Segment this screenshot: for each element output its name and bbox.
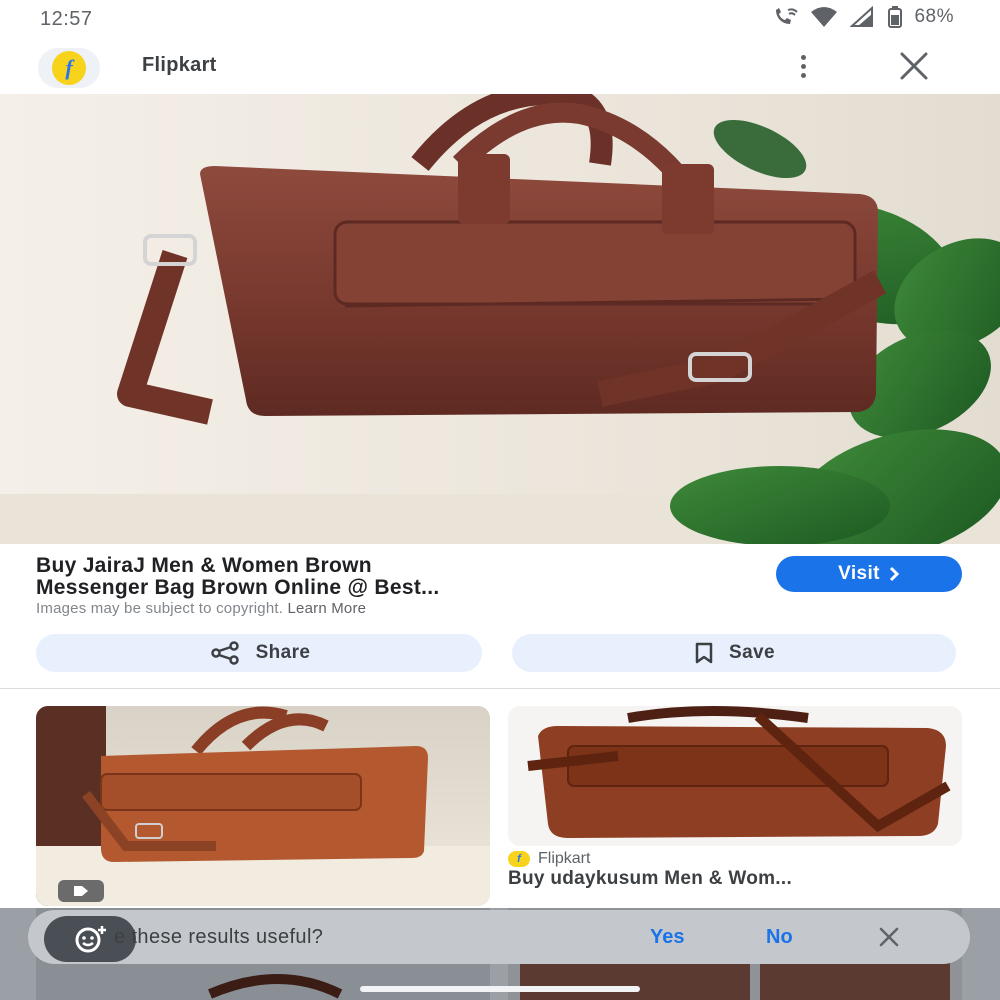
save-button[interactable]: Save xyxy=(512,634,956,672)
close-icon xyxy=(900,52,928,80)
source-title[interactable]: Flipkart xyxy=(142,54,217,77)
feedback-yes-button[interactable]: Yes xyxy=(650,926,684,949)
chevron-right-icon xyxy=(889,566,900,582)
visit-button[interactable]: Visit xyxy=(776,556,962,592)
signal-icon xyxy=(850,6,874,27)
flipkart-mini-logo-icon: f xyxy=(508,851,530,867)
related-result-image-2[interactable] xyxy=(508,706,962,846)
brown-bag-thumbnail-2 xyxy=(527,706,951,838)
related-source-name: Flipkart xyxy=(538,850,591,867)
related-result-image-1[interactable] xyxy=(36,706,490,906)
home-indicator[interactable] xyxy=(360,986,640,992)
battery-percent: 68% xyxy=(914,6,954,27)
copyright-text: Images may be subject to copyright. xyxy=(36,600,284,617)
visit-label: Visit xyxy=(838,563,880,584)
status-time: 12:57 xyxy=(40,8,93,30)
related-source[interactable]: f Flipkart xyxy=(508,850,590,868)
status-icons: 68% xyxy=(772,6,954,28)
result-title-line2: Messenger Bag Brown Online @ Best... xyxy=(36,577,440,599)
flipkart-logo-icon: f xyxy=(52,51,86,85)
logo-letter: f xyxy=(65,55,73,80)
feedback-no-button[interactable]: No xyxy=(766,926,793,949)
result-title-line1: Buy JairaJ Men & Women Brown xyxy=(36,555,372,577)
copyright-notice: Images may be subject to copyright. Lear… xyxy=(36,600,366,617)
share-label: Share xyxy=(255,642,311,663)
feedback-close-button[interactable] xyxy=(876,926,902,948)
brown-bag-thumbnail xyxy=(36,706,490,906)
wifi-calling-icon xyxy=(776,8,799,24)
battery-icon xyxy=(888,6,903,28)
close-icon xyxy=(879,927,899,947)
status-bar: 12:57 68% xyxy=(0,0,1000,38)
learn-more-link[interactable]: Learn More xyxy=(288,600,367,617)
source-logo[interactable]: f xyxy=(38,48,100,88)
share-button[interactable]: Share xyxy=(36,634,482,672)
feedback-face-icon xyxy=(75,926,106,953)
divider xyxy=(0,688,1000,689)
close-button[interactable] xyxy=(896,50,932,82)
app-header: f Flipkart xyxy=(0,38,1000,94)
wifi-icon xyxy=(811,7,838,27)
main-preview-image[interactable] xyxy=(0,94,1000,544)
bookmark-icon xyxy=(695,642,713,664)
save-label: Save xyxy=(729,642,775,663)
feedback-question: e these results useful? xyxy=(114,926,324,948)
messenger-bag-image xyxy=(0,94,1000,544)
product-tag-badge xyxy=(58,880,104,902)
share-icon xyxy=(210,641,239,665)
result-title[interactable]: Buy JairaJ Men & Women Brown Messenger B… xyxy=(36,555,736,599)
more-vert-icon[interactable] xyxy=(788,50,818,82)
related-title[interactable]: Buy udaykusum Men & Wom... xyxy=(508,868,948,890)
tag-icon xyxy=(74,886,88,896)
